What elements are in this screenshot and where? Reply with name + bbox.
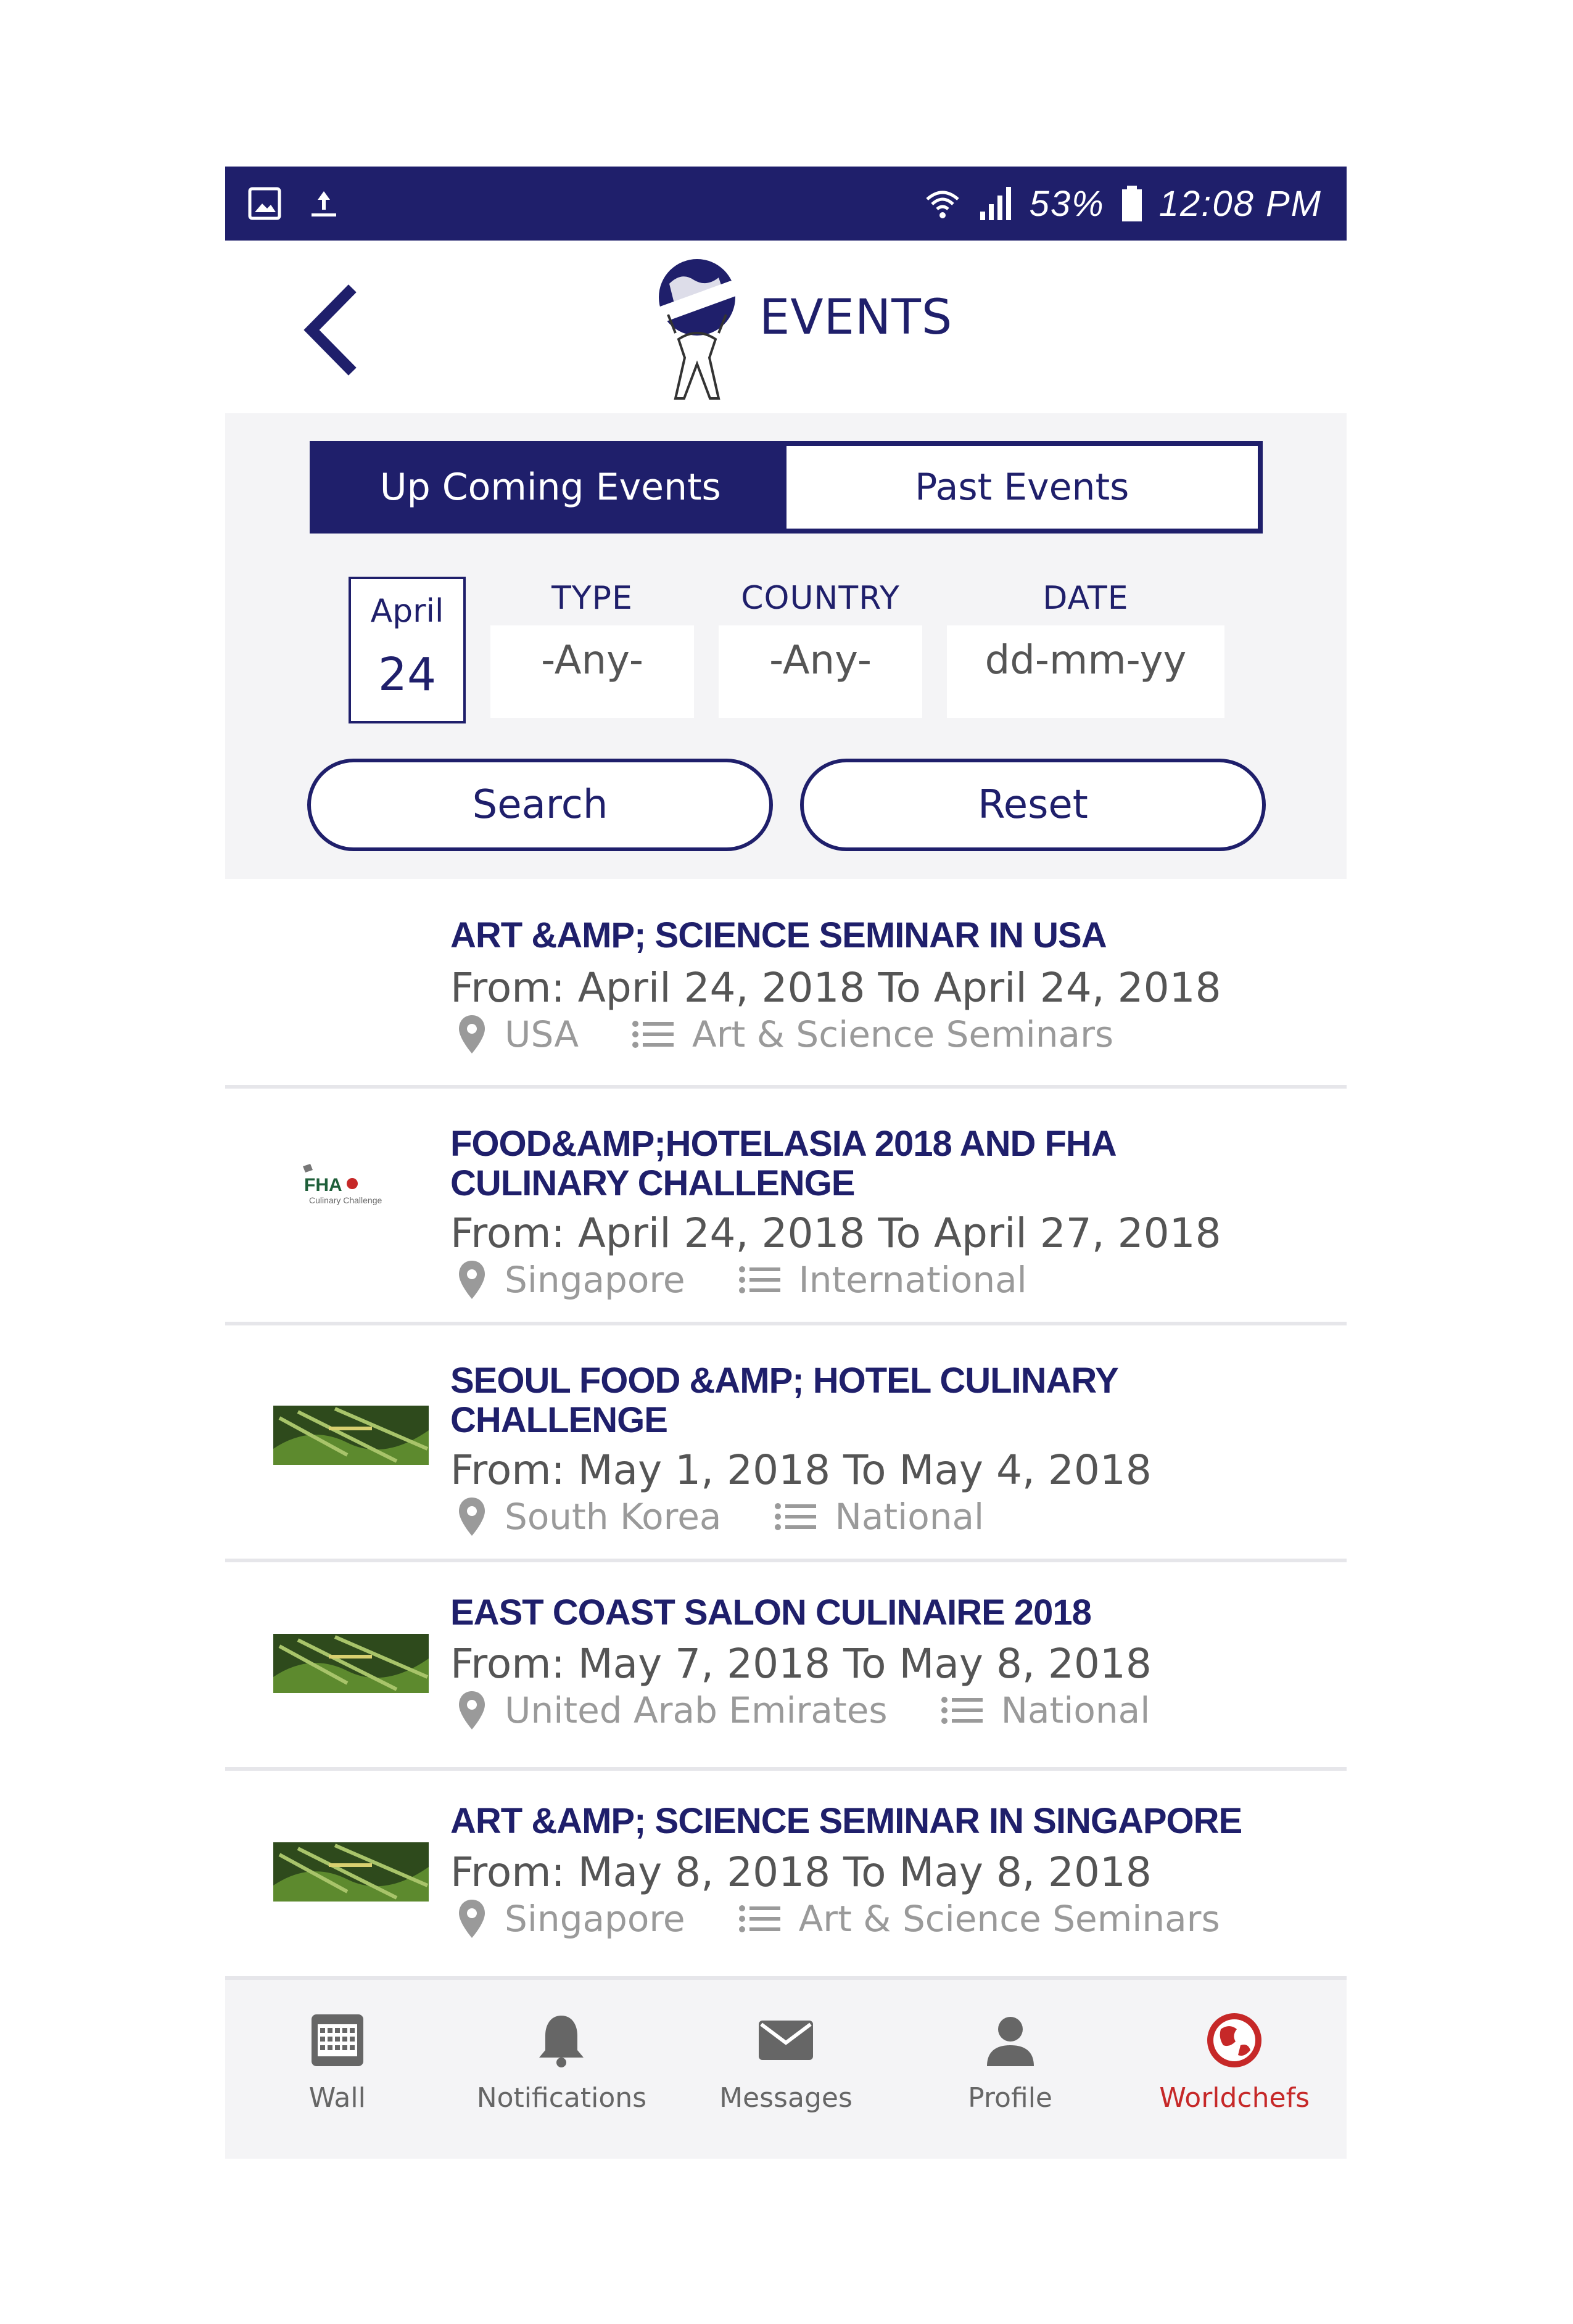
event-location: Singapore	[505, 1898, 685, 1940]
nav-worldchefs[interactable]: Worldchefs	[1122, 1980, 1347, 2159]
event-title: ART &AMP; SCIENCE SEMINAR IN SINGAPORE	[450, 1801, 1242, 1841]
fha-logo-text: FHA	[304, 1175, 342, 1195]
nav-wall[interactable]: Wall	[225, 1980, 450, 2159]
list-icon	[941, 1697, 983, 1724]
date-badge-day: 24	[378, 648, 437, 701]
wifi-icon	[923, 184, 962, 223]
worldchefs-logo	[651, 253, 743, 401]
event-dates: From: April 24, 2018 To April 27, 2018	[450, 1209, 1221, 1257]
location-pin-icon	[459, 1261, 485, 1299]
signal-icon	[976, 184, 1015, 223]
event-meta: Singapore International	[456, 1259, 1027, 1301]
event-dates: From: May 1, 2018 To May 4, 2018	[450, 1446, 1152, 1494]
person-icon	[986, 2017, 1034, 2066]
location-pin-icon	[459, 1015, 485, 1053]
event-row[interactable]: SEOUL FOOD &AMP; HOTEL CULINARY CHALLENG…	[225, 1325, 1347, 1562]
event-title: ART &AMP; SCIENCE SEMINAR IN USA	[450, 915, 1107, 955]
location-pin-icon	[459, 1900, 485, 1938]
clock: 12:08 PM	[1158, 183, 1322, 224]
event-category: National	[1001, 1689, 1150, 1731]
list-icon	[775, 1503, 817, 1530]
list-icon	[738, 1905, 780, 1932]
image-icon	[247, 186, 282, 221]
event-location: Singapore	[505, 1259, 685, 1301]
reset-button[interactable]: Reset	[800, 759, 1266, 851]
nav-messages-label: Messages	[719, 2082, 853, 2114]
date-input[interactable]: dd-mm-yy	[947, 625, 1224, 718]
location-pin-icon	[459, 1498, 485, 1536]
event-category: International	[798, 1259, 1027, 1301]
country-select[interactable]: -Any-	[719, 625, 922, 718]
bell-icon	[539, 2016, 584, 2067]
event-category: Art & Science Seminars	[798, 1898, 1220, 1940]
envelope-icon	[758, 2021, 813, 2060]
event-location: United Arab Emirates	[505, 1689, 888, 1731]
wall-icon	[311, 2014, 363, 2066]
event-title: SEOUL FOOD &AMP; HOTEL CULINARY CHALLENG…	[450, 1361, 1118, 1440]
list-icon	[738, 1266, 780, 1293]
app-header: EVENTS	[225, 241, 1347, 413]
fha-logo-subtext: Culinary Challenge	[309, 1195, 382, 1205]
globe-icon	[1207, 2013, 1262, 2067]
battery-icon	[1120, 184, 1144, 223]
date-badge-month: April	[370, 593, 444, 630]
grass-photo-thumbnail	[273, 1406, 429, 1465]
fha-logo-thumbnail: FHA Culinary Challenge	[299, 1163, 398, 1212]
country-filter: COUNTRY -Any-	[719, 580, 922, 718]
nav-wall-label: Wall	[308, 2082, 366, 2114]
event-row[interactable]: EAST COAST SALON CULINAIRE 2018 From: Ma…	[225, 1562, 1347, 1771]
nav-notifications[interactable]: Notifications	[450, 1980, 674, 2159]
event-meta: USA Art & Science Seminars	[456, 1013, 1113, 1055]
grass-photo-thumbnail	[273, 1842, 429, 1902]
nav-messages[interactable]: Messages	[674, 1980, 898, 2159]
bottom-navigation: Wall Notifications Messages Profile Worl…	[225, 1980, 1347, 2159]
location-pin-icon	[459, 1691, 485, 1729]
country-filter-label: COUNTRY	[741, 580, 900, 617]
nav-profile-label: Profile	[968, 2082, 1052, 2114]
app-screen: 53% 12:08 PM EVENTS Up Coming Events Pas…	[225, 167, 1347, 2159]
tab-past-events[interactable]: Past Events	[786, 446, 1258, 529]
type-select[interactable]: -Any-	[490, 625, 694, 718]
event-row[interactable]: FHA Culinary Challenge FOOD&AMP;HOTELASI…	[225, 1089, 1347, 1325]
list-icon	[632, 1021, 674, 1048]
date-filter: DATE dd-mm-yy	[947, 580, 1224, 718]
event-meta: United Arab Emirates National	[456, 1689, 1150, 1731]
nav-notifications-label: Notifications	[476, 2082, 647, 2114]
event-tabs: Up Coming Events Past Events	[310, 441, 1263, 534]
event-row[interactable]: ART &AMP; SCIENCE SEMINAR IN USA From: A…	[225, 879, 1347, 1089]
page-title: EVENTS	[759, 290, 953, 345]
event-category: Art & Science Seminars	[692, 1013, 1114, 1055]
type-filter: TYPE -Any-	[490, 580, 694, 718]
nav-profile[interactable]: Profile	[898, 1980, 1123, 2159]
nav-worldchefs-label: Worldchefs	[1159, 2082, 1310, 2114]
event-meta: South Korea National	[456, 1496, 984, 1538]
date-badge: April 24	[349, 577, 466, 723]
event-category: National	[835, 1496, 985, 1538]
event-title: FOOD&AMP;HOTELASIA 2018 AND FHA CULINARY…	[450, 1124, 1116, 1203]
event-location: South Korea	[505, 1496, 722, 1538]
event-dates: From: April 24, 2018 To April 24, 2018	[450, 964, 1221, 1012]
upload-icon	[307, 186, 341, 221]
date-filter-label: DATE	[1042, 580, 1129, 617]
status-bar: 53% 12:08 PM	[225, 167, 1347, 241]
chevron-left-icon	[303, 284, 357, 376]
search-button[interactable]: Search	[307, 759, 773, 851]
event-dates: From: May 8, 2018 To May 8, 2018	[450, 1848, 1152, 1896]
battery-percent: 53%	[1029, 183, 1105, 224]
grass-photo-thumbnail	[273, 1634, 429, 1693]
back-button[interactable]	[293, 284, 367, 376]
event-title: EAST COAST SALON CULINAIRE 2018	[450, 1593, 1092, 1633]
event-row[interactable]: ART &AMP; SCIENCE SEMINAR IN SINGAPORE F…	[225, 1771, 1347, 1980]
event-dates: From: May 7, 2018 To May 8, 2018	[450, 1640, 1152, 1687]
tab-upcoming-events[interactable]: Up Coming Events	[315, 446, 786, 529]
event-location: USA	[505, 1013, 579, 1055]
event-meta: Singapore Art & Science Seminars	[456, 1898, 1220, 1940]
type-filter-label: TYPE	[551, 580, 633, 617]
